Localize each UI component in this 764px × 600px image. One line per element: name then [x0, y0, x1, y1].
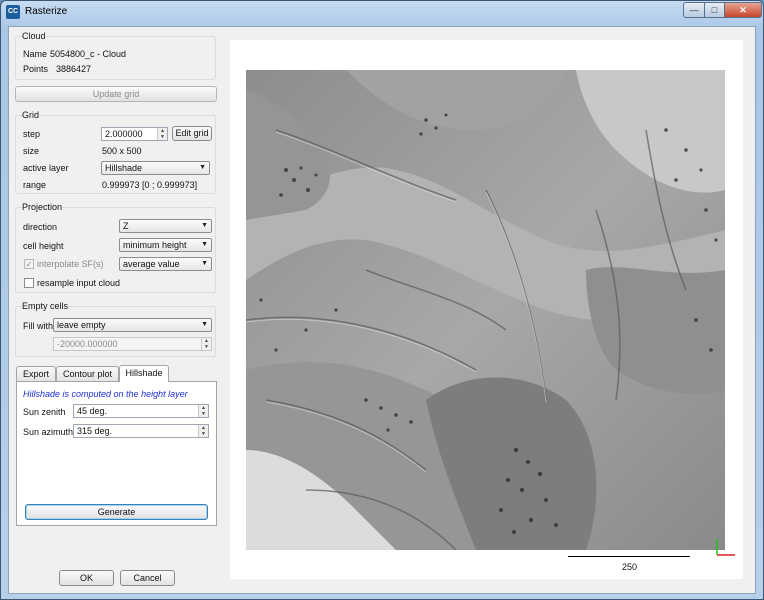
ok-button[interactable]: OK: [59, 570, 114, 586]
update-grid-button[interactable]: Update grid: [15, 86, 217, 102]
edit-grid-button[interactable]: Edit grid: [172, 126, 212, 141]
cloud-points-label: Points: [23, 64, 49, 74]
hillshade-info: Hillshade is computed on the height laye…: [23, 389, 188, 399]
chevron-down-icon: ▼: [201, 222, 208, 229]
empty-cells-group-title: Empty cells: [22, 301, 69, 311]
cell-height-label: cell height: [23, 241, 64, 251]
minimize-button[interactable]: —: [683, 2, 705, 18]
window-title: Rasterize: [25, 6, 68, 17]
size-value: 500 x 500: [102, 146, 142, 156]
step-spin-arrows[interactable]: ▲ ▼: [157, 128, 167, 140]
generate-button[interactable]: Generate: [25, 504, 208, 520]
sun-zenith-spin-arrows[interactable]: ▲ ▼: [198, 405, 208, 417]
cell-height-value: minimum height: [123, 240, 187, 250]
grid-group: Grid step 2.000000 ▲ ▼ Edit grid size 500…: [15, 110, 216, 194]
fill-with-select[interactable]: leave empty ▼: [53, 318, 212, 332]
active-layer-value: Hillshade: [105, 163, 143, 173]
cloud-name-label: Name: [23, 49, 48, 59]
rasterize-window: CC Rasterize — □ ✕ Cloud Name 5054800_c …: [0, 0, 764, 600]
dialog-body: Cloud Name 5054800_c - Cloud Points 3886…: [8, 26, 756, 594]
cloud-group-title: Cloud: [22, 31, 46, 41]
hillshade-tab-panel: Hillshade is computed on the height laye…: [16, 381, 217, 526]
cancel-button[interactable]: Cancel: [120, 570, 175, 586]
chevron-down-icon: ▼: [199, 164, 206, 171]
interpolate-select[interactable]: average value ▼: [119, 257, 212, 271]
fill-value-input[interactable]: -20000.000000 ▲ ▼: [53, 337, 212, 351]
title-bar[interactable]: CC Rasterize — □ ✕: [1, 1, 763, 23]
size-label: size: [23, 146, 40, 156]
resample-label: resample input cloud: [37, 278, 121, 288]
cloudcompare-app-icon: CC: [6, 5, 20, 19]
direction-value: Z: [123, 221, 129, 231]
fill-value: -20000.000000: [57, 339, 118, 349]
range-value: 0.999973 [0 ; 0.999973]: [102, 180, 198, 190]
hillshade-terrain-graphic: [246, 70, 725, 550]
sun-azimuth-value: 315 deg.: [77, 426, 113, 436]
step-label: step: [23, 129, 41, 139]
sun-azimuth-input[interactable]: 315 deg. ▲ ▼: [73, 424, 209, 438]
tab-export[interactable]: Export: [16, 366, 56, 382]
interpolate-checkbox[interactable]: ✓: [24, 259, 34, 269]
active-layer-select[interactable]: Hillshade ▼: [101, 161, 210, 175]
fill-value-spin-arrows[interactable]: ▲ ▼: [201, 338, 211, 350]
chevron-down-icon: ▼: [201, 321, 208, 328]
sun-zenith-value: 45 deg.: [77, 406, 108, 416]
range-label: range: [23, 180, 47, 190]
cloud-name-value: 5054800_c - Cloud: [50, 49, 127, 59]
chevron-down-icon: ▼: [201, 241, 208, 248]
sun-azimuth-label: Sun azimuth: [23, 427, 74, 437]
cloud-points-value: 3886427: [56, 64, 92, 74]
close-button[interactable]: ✕: [724, 2, 762, 18]
step-value: 2.000000: [105, 129, 143, 139]
fill-with-value: leave empty: [57, 320, 106, 330]
axis-triad-icon: [716, 539, 735, 556]
projection-group-title: Projection: [22, 202, 63, 212]
projection-group: Projection direction Z ▼ cell height min…: [15, 202, 216, 293]
chevron-down-icon: ▼: [201, 260, 208, 267]
sun-zenith-label: Sun zenith: [23, 407, 66, 417]
resample-checkbox[interactable]: [24, 278, 34, 288]
interpolate-label: interpolate SF(s): [37, 259, 104, 269]
sun-zenith-input[interactable]: 45 deg. ▲ ▼: [73, 404, 209, 418]
direction-select[interactable]: Z ▼: [119, 219, 212, 233]
cell-height-select[interactable]: minimum height ▼: [119, 238, 212, 252]
step-input[interactable]: 2.000000 ▲ ▼: [101, 127, 168, 141]
raster-preview-panel[interactable]: 250: [230, 40, 743, 579]
sun-azimuth-spin-arrows[interactable]: ▲ ▼: [198, 425, 208, 437]
scale-bar: [568, 556, 690, 557]
tab-hillshade[interactable]: Hillshade: [119, 365, 169, 382]
grid-group-title: Grid: [22, 110, 40, 120]
interpolate-value: average value: [123, 259, 180, 269]
tab-contour-plot[interactable]: Contour plot: [56, 366, 119, 382]
maximize-button[interactable]: □: [704, 2, 725, 18]
empty-cells-group: Empty cells Fill with leave empty ▼ -200…: [15, 301, 216, 357]
hillshade-raster-image[interactable]: [246, 70, 725, 550]
direction-label: direction: [23, 222, 58, 232]
cloud-group: Cloud Name 5054800_c - Cloud Points 3886…: [15, 31, 216, 80]
fill-with-label: Fill with: [23, 321, 54, 331]
active-layer-label: active layer: [23, 163, 69, 173]
scale-bar-label: 250: [622, 562, 638, 572]
